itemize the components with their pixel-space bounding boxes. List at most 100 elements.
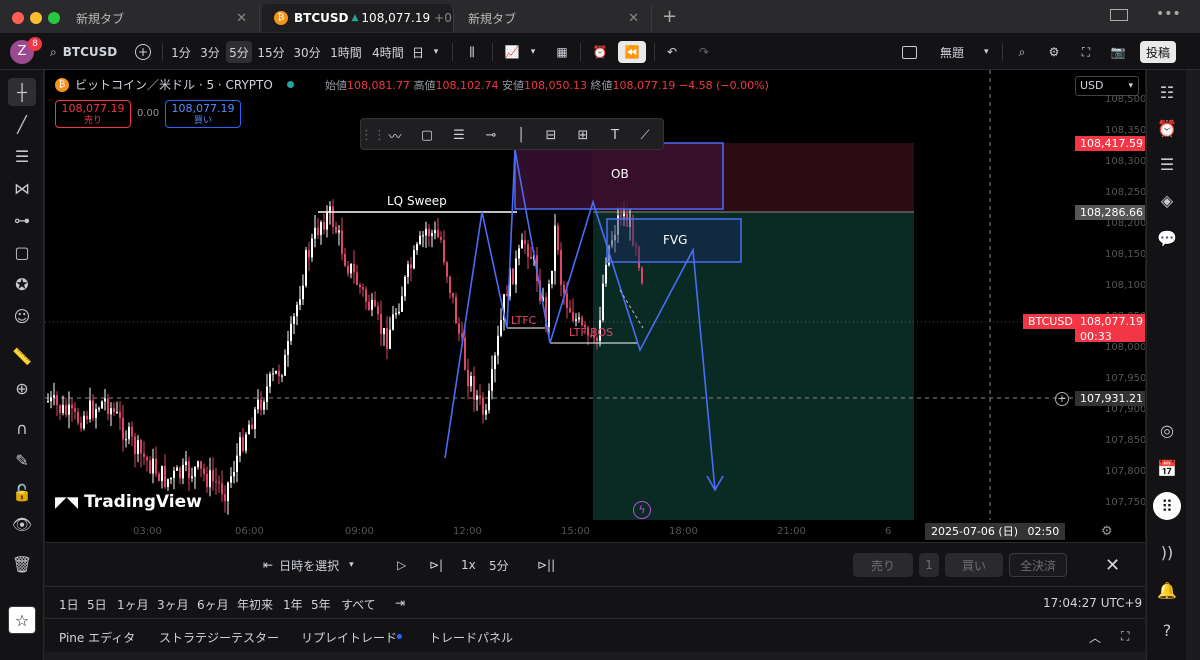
remove-drawings-tool[interactable]: 🗑 (8, 550, 36, 578)
interval-3m[interactable]: 3分 (196, 41, 224, 63)
ray-tool[interactable]: ⟋ (635, 125, 655, 145)
jump-to-realtime-button[interactable]: ⊳|| (537, 555, 555, 575)
broadcast-button[interactable]: )) (1153, 538, 1181, 566)
range-5d[interactable]: 5日 (87, 596, 107, 613)
range-ytd[interactable]: 年初来 (237, 596, 273, 613)
calendar-button[interactable]: 📅 (1153, 454, 1181, 482)
speed-button[interactable]: 1x (461, 555, 476, 575)
measure-tool[interactable]: 📏 (8, 342, 36, 370)
stay-drawing-tool[interactable]: ✎ (8, 446, 36, 474)
undo-button[interactable]: ↶ (660, 41, 684, 63)
interval-dropdown[interactable]: ▾ (428, 41, 444, 63)
replay-interval-button[interactable]: 5分 (489, 555, 509, 575)
range-5y[interactable]: 5年 (311, 596, 331, 613)
vertical-line-tool[interactable]: │ (511, 125, 531, 145)
close-icon[interactable]: ✕ (628, 11, 639, 26)
clock[interactable]: 17:04:27 UTC+9 (1043, 596, 1142, 610)
currency-select[interactable]: USD ▾ (1075, 76, 1139, 96)
favorites-button[interactable]: ☆ (8, 606, 36, 634)
layout-name-button[interactable]: 無題 ▾ (930, 41, 994, 63)
buy-button[interactable]: 108,077.19 買い (165, 100, 241, 128)
browser-tab-btcusd[interactable]: ₿ BTCUSD ▲ 108,077.19 +0 (262, 4, 454, 32)
alerts-button[interactable]: ⏰ (1153, 114, 1181, 142)
layouts-button[interactable]: ▦ (550, 41, 574, 63)
icon-tool[interactable]: ☺ (8, 302, 36, 330)
interval-5m[interactable]: 5分 (226, 41, 252, 63)
replay-qty[interactable]: 1 (919, 553, 939, 577)
fullscreen-button[interactable]: ⛶ (1074, 41, 1098, 63)
interval-30m[interactable]: 30分 (290, 41, 324, 63)
pattern-tool[interactable]: ⋈ (8, 174, 36, 202)
browser-tab-new-1[interactable]: 新規タブ ✕ (64, 4, 260, 32)
replay-sell-button[interactable]: 売り (853, 553, 913, 577)
close-all-button[interactable]: 全決済 (1009, 553, 1067, 577)
interval-1m[interactable]: 1分 (168, 41, 194, 63)
fib-tool[interactable]: ☰ (8, 142, 36, 170)
drag-handle[interactable]: ⋮⋮ (360, 125, 386, 145)
range-1m[interactable]: 1ヶ月 (117, 596, 149, 613)
range-6m[interactable]: 6ヶ月 (197, 596, 229, 613)
play-button[interactable]: ▷ (397, 555, 406, 575)
step-forward-button[interactable]: ⊳| (429, 555, 443, 575)
select-date-button[interactable]: ⇤ 日時を選択 ▾ (263, 555, 354, 575)
range-1y[interactable]: 1年 (283, 596, 303, 613)
chat-button[interactable]: 💬 (1153, 224, 1181, 252)
maximize-panel-icon[interactable]: ⛶ (1121, 629, 1129, 644)
range-3m[interactable]: 3ヶ月 (157, 596, 189, 613)
rectangle-tool[interactable]: ▢ (417, 125, 437, 145)
dom-button[interactable]: ◎ (1153, 416, 1181, 444)
add-level-icon[interactable]: + (1055, 392, 1069, 406)
close-replay-button[interactable]: ✕ (1105, 555, 1120, 576)
apps-button[interactable]: ⠿ (1153, 492, 1181, 520)
compare-symbol-button[interactable]: + (132, 41, 154, 63)
chevron-up-icon[interactable]: ︿ (1089, 629, 1101, 646)
indicators-dropdown[interactable]: ▾ (526, 41, 540, 63)
publish-button[interactable]: 投稿 (1140, 41, 1176, 63)
long-position-tool[interactable]: ⊟ (541, 125, 561, 145)
close-window-button[interactable] (12, 12, 24, 24)
browser-tab-new-2[interactable]: 新規タブ ✕ (456, 4, 652, 32)
prediction-tool[interactable]: ⊶ (8, 206, 36, 234)
flash-icon[interactable]: ϟ (633, 501, 651, 519)
alert-button[interactable]: ⏰ (588, 41, 612, 63)
crosshair-tool[interactable]: ┼ (8, 78, 36, 106)
watchlist-button[interactable]: ☷ (1153, 78, 1181, 106)
chart-type-button[interactable]: ⫼ (460, 41, 484, 63)
layout-toggle-button[interactable] (898, 41, 920, 63)
magnet-tool[interactable]: ∩ (8, 414, 36, 442)
minimize-window-button[interactable] (30, 12, 42, 24)
maximize-window-button[interactable] (48, 12, 60, 24)
trend-line-tool[interactable]: ╱ (8, 110, 36, 138)
tab-trading-panel[interactable]: トレードパネル (429, 629, 513, 646)
horizontal-line-tool[interactable]: ⊸ (481, 125, 501, 145)
more-icon[interactable]: ••• (1156, 6, 1181, 22)
range-1d[interactable]: 1日 (59, 596, 79, 613)
close-icon[interactable]: ✕ (236, 11, 247, 26)
snapshot-button[interactable]: 📷 (1106, 41, 1130, 63)
interval-1h[interactable]: 1時間 (326, 41, 366, 63)
settings-icon[interactable]: ⚙ (1101, 524, 1113, 539)
indicators-button[interactable]: 📈 (500, 41, 524, 63)
object-tree-button[interactable]: ☰ (1153, 150, 1181, 178)
fib-retracement-tool[interactable]: ☰ (449, 125, 469, 145)
zoom-tool[interactable]: ⊕ (8, 374, 36, 402)
new-tab-icon[interactable]: + (662, 6, 677, 27)
hide-drawings-tool[interactable]: 👁 (8, 510, 36, 538)
shape-tool[interactable]: ▢ (8, 238, 36, 266)
quick-search-button[interactable]: ⌕ (1010, 41, 1034, 63)
text-tool[interactable]: T (605, 125, 625, 145)
lock-drawings-tool[interactable]: 🔓 (8, 478, 36, 506)
chart-title[interactable]: ビットコイン／米ドル · 5 · CRYPTO (75, 76, 273, 93)
range-all[interactable]: すべて (341, 596, 376, 613)
chart-pane[interactable]: ₿ ビットコイン／米ドル · 5 · CRYPTO 始値108,081.77 高… (45, 70, 1145, 542)
screen-share-icon[interactable] (1110, 9, 1128, 21)
trend-line-tool[interactable]: 〰 (385, 125, 405, 145)
interval-15m[interactable]: 15分 (254, 41, 288, 63)
layers-button[interactable]: ◈ (1153, 186, 1181, 214)
annotation-tool[interactable]: ✪ (8, 270, 36, 298)
replay-buy-button[interactable]: 買い (945, 553, 1003, 577)
sell-button[interactable]: 108,077.19 売り (55, 100, 131, 128)
help-button[interactable]: ? (1153, 616, 1181, 644)
tab-replay-trading[interactable]: リプレイトレード (301, 629, 397, 646)
redo-button[interactable]: ↷ (692, 41, 716, 63)
